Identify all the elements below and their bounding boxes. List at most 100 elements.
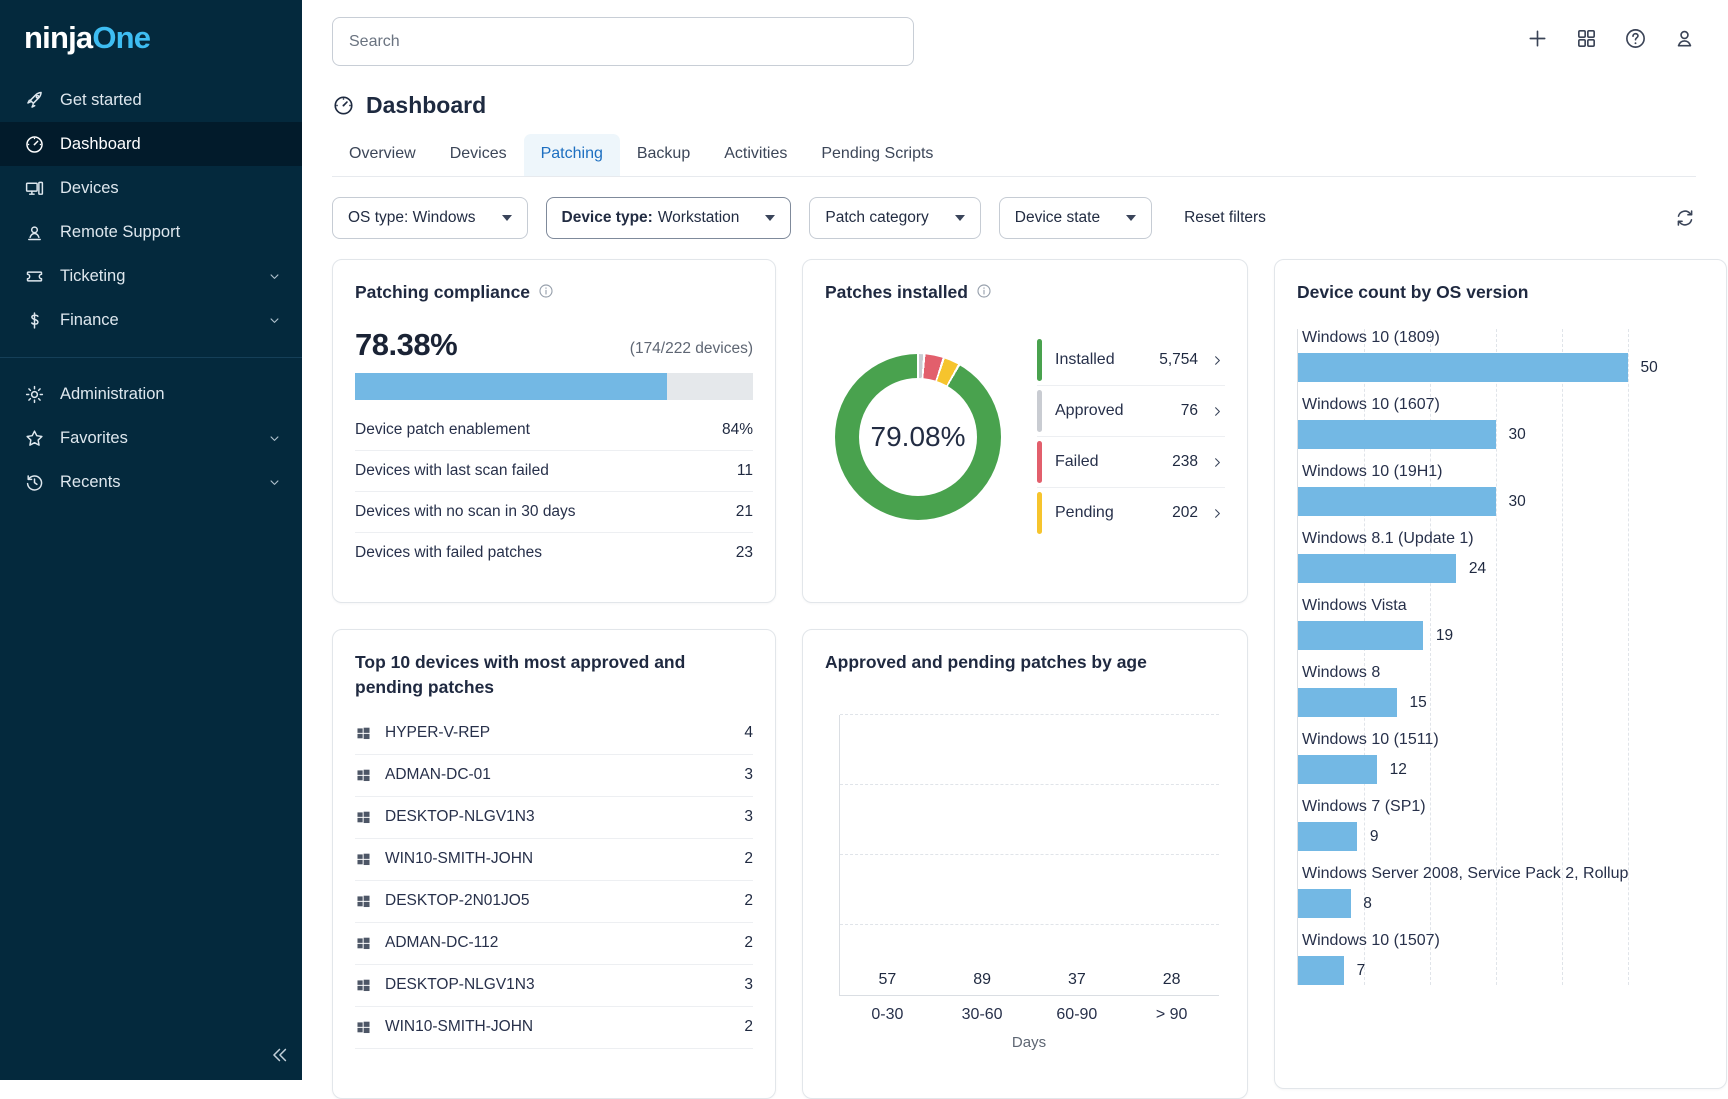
card-title-row: Device count by OS version	[1297, 280, 1704, 305]
caret-down-icon	[765, 215, 775, 221]
dashboard-tab[interactable]: Backup	[620, 134, 707, 176]
device-row[interactable]: HYPER-V-REP 4	[355, 713, 753, 755]
card-title: Top 10 devices with most approved and pe…	[355, 650, 695, 701]
info-icon[interactable]	[538, 283, 554, 299]
help-icon[interactable]	[1624, 27, 1647, 50]
dashboard-tab[interactable]: Activities	[707, 134, 804, 176]
dashboard-gauge-icon	[332, 94, 355, 117]
reset-filters-button[interactable]: Reset filters	[1178, 208, 1272, 228]
stat-value: 84%	[722, 421, 753, 439]
sidebar-item-label: Administration	[60, 385, 165, 404]
os-bar-row: Windows 10 (1511) 12	[1298, 731, 1661, 784]
device-row[interactable]: WIN10-SMITH-JOHN 2	[355, 839, 753, 881]
os-type-filter[interactable]: OS type: Windows	[332, 197, 528, 239]
os-label: Windows 8	[1302, 664, 1661, 682]
sidebar-item[interactable]: Dashboard	[0, 122, 302, 166]
device-row[interactable]: DESKTOP-NLGV1N3 3	[355, 965, 753, 1007]
os-label: Windows 8.1 (Update 1)	[1302, 530, 1661, 548]
legend-label: Approved	[1055, 402, 1124, 420]
os-version-chart: Windows 10 (1809) 50 Windows 10 (1607)	[1297, 329, 1704, 985]
dashboard-tab[interactable]: Overview	[332, 134, 433, 176]
legend-color-bar	[1037, 492, 1042, 534]
age-bar-value: 57	[878, 971, 896, 989]
sidebar-item-icon	[24, 310, 45, 331]
legend-item[interactable]: Pending 202	[1037, 488, 1225, 538]
sidebar-nav: Get started Dashboard Devices Remote Sup…	[0, 78, 302, 504]
info-icon[interactable]	[976, 283, 992, 299]
dashboard-tab[interactable]: Pending Scripts	[804, 134, 950, 176]
age-x-label: 60-90	[1033, 1006, 1121, 1024]
sidebar-item[interactable]: Finance	[0, 298, 302, 342]
os-bar	[1298, 487, 1496, 516]
legend-color-bar	[1037, 390, 1042, 432]
dashboard-tab[interactable]: Patching	[524, 134, 620, 176]
legend-item[interactable]: Approved 76	[1037, 386, 1225, 437]
sidebar-item[interactable]: Devices	[0, 166, 302, 210]
ninjaone-logo[interactable]: ninjaOne	[0, 0, 302, 70]
add-icon[interactable]	[1526, 27, 1549, 50]
main-content: Dashboard Overview Devices Patching Back…	[302, 0, 1728, 1099]
search-input[interactable]	[332, 17, 914, 66]
os-label: Windows 10 (1809)	[1302, 329, 1661, 347]
legend-item[interactable]: Failed 238	[1037, 437, 1225, 488]
os-bar-value: 15	[1409, 694, 1426, 712]
gridline	[840, 854, 1219, 855]
refresh-icon[interactable]	[1674, 207, 1696, 229]
device-name: WIN10-SMITH-JOHN	[385, 850, 533, 868]
os-bar-value: 30	[1508, 426, 1525, 444]
page-title: Dashboard	[366, 92, 486, 119]
os-bar-value: 50	[1640, 359, 1657, 377]
gridline	[840, 784, 1219, 785]
windows-icon	[355, 1019, 372, 1036]
device-state-filter[interactable]: Device state	[999, 197, 1152, 239]
sidebar-item-icon	[24, 428, 45, 449]
legend-item[interactable]: Installed 5,754	[1037, 335, 1225, 386]
os-label: Windows Vista	[1302, 597, 1661, 615]
compliance-progress-track	[355, 373, 753, 400]
compliance-stat-row: Device patch enablement 84%	[355, 410, 753, 451]
device-row[interactable]: DESKTOP-2N01JO5 2	[355, 881, 753, 923]
filters-bar: OS type: Windows Device type:Workstation…	[332, 197, 1696, 239]
dashboard-tab[interactable]: Devices	[433, 134, 524, 176]
stat-value: 21	[736, 503, 753, 521]
patches-installed-card: Patches installed 79.08% Installed 5,754	[802, 259, 1248, 603]
os-bar	[1298, 353, 1628, 382]
sidebar-item[interactable]: Administration	[0, 372, 302, 416]
stat-label: Devices with no scan in 30 days	[355, 503, 576, 521]
cards-grid: Patching compliance 78.38% (174/222 devi…	[332, 259, 1696, 1099]
patch-category-filter[interactable]: Patch category	[809, 197, 980, 239]
sidebar-item-icon	[24, 266, 45, 287]
legend-label: Pending	[1055, 504, 1114, 522]
sidebar-item-icon	[24, 472, 45, 493]
os-label: Windows 10 (1511)	[1302, 731, 1661, 749]
legend-label: Failed	[1055, 453, 1099, 471]
device-type-filter[interactable]: Device type:Workstation	[546, 197, 792, 239]
device-name: WIN10-SMITH-JOHN	[385, 1018, 533, 1036]
sidebar-item-label: Remote Support	[60, 223, 180, 242]
os-bar-row: Windows 7 (SP1) 9	[1298, 798, 1661, 851]
device-patch-count: 2	[744, 850, 753, 868]
device-name: HYPER-V-REP	[385, 724, 490, 742]
donut-center-label: 79.08%	[835, 354, 1001, 520]
device-row[interactable]: ADMAN-DC-112 2	[355, 923, 753, 965]
device-row[interactable]: WIN10-SMITH-JOHN 2	[355, 1007, 753, 1049]
windows-icon	[355, 725, 372, 742]
chevron-right-icon	[1210, 455, 1225, 470]
windows-icon	[355, 767, 372, 784]
device-row[interactable]: DESKTOP-NLGV1N3 3	[355, 797, 753, 839]
sidebar-item[interactable]: Get started	[0, 78, 302, 122]
sidebar-item-icon	[24, 178, 45, 199]
sidebar-item[interactable]: Favorites	[0, 416, 302, 460]
device-row[interactable]: ADMAN-DC-01 3	[355, 755, 753, 797]
compliance-stats: Device patch enablement 84% Devices with…	[355, 410, 753, 573]
sidebar-item[interactable]: Recents	[0, 460, 302, 504]
os-label: Windows 10 (19H1)	[1302, 463, 1661, 481]
collapse-sidebar-button[interactable]	[268, 1044, 290, 1066]
user-profile-icon[interactable]	[1673, 27, 1696, 50]
sidebar-item-label: Recents	[60, 473, 121, 492]
sidebar-item[interactable]: Remote Support	[0, 210, 302, 254]
sidebar-item[interactable]: Ticketing	[0, 254, 302, 298]
os-bar-value: 7	[1357, 962, 1366, 980]
legend-color-bar	[1037, 441, 1042, 483]
apps-grid-icon[interactable]	[1575, 27, 1598, 50]
